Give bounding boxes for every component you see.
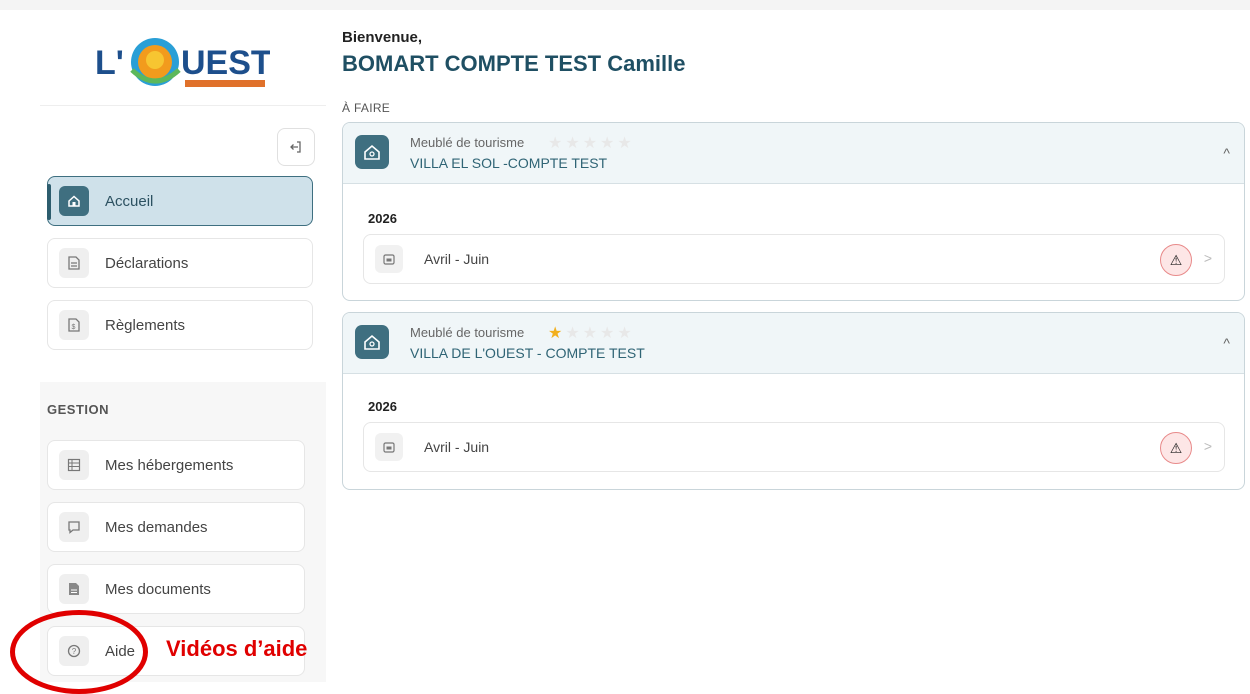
chevron-right-icon: >: [1203, 250, 1212, 266]
warning-icon: ⚠: [1160, 244, 1192, 276]
property-category: Meublé de tourisme: [410, 135, 525, 150]
period-label: Avril - Juin: [424, 251, 490, 267]
logo-letter-l: L': [95, 44, 124, 82]
gestion-section-label: GESTION: [47, 402, 110, 417]
sidebar-item-mes-documents[interactable]: Mes documents: [47, 564, 305, 614]
home-icon: [59, 186, 89, 216]
star-rating: ★★★★★: [548, 135, 635, 152]
chat-icon: [59, 512, 89, 542]
building-icon: [59, 450, 89, 480]
sidebar-item-reglements[interactable]: $ Règlements: [47, 300, 313, 350]
house-icon: [355, 135, 389, 169]
property-card: Meublé de tourisme ★★★★★ VILLA DE L'OUES…: [342, 312, 1245, 490]
logo-word: UEST: [181, 44, 270, 82]
svg-text:$: $: [72, 324, 76, 331]
sidebar-item-declarations[interactable]: Déclarations: [47, 238, 313, 288]
chevron-right-icon: >: [1203, 438, 1212, 454]
star-rating: ★★★★★: [548, 325, 635, 342]
payment-doc-icon: $: [59, 310, 89, 340]
todo-section-label: À FAIRE: [342, 101, 391, 115]
calendar-icon: [375, 245, 403, 273]
year-label: 2026: [368, 211, 397, 226]
period-row[interactable]: Avril - Juin ⚠ >: [363, 422, 1225, 472]
file-icon: [59, 574, 89, 604]
property-name: VILLA EL SOL -COMPTE TEST: [410, 155, 608, 171]
top-bar: [0, 0, 1250, 10]
sidebar-item-mes-hebergements[interactable]: Mes hébergements: [47, 440, 305, 490]
active-indicator: [47, 184, 51, 220]
sidebar-item-label: Déclarations: [105, 254, 189, 272]
chevron-up-icon[interactable]: ^: [1223, 335, 1230, 351]
period-label: Avril - Juin: [424, 439, 490, 455]
chevron-up-icon[interactable]: ^: [1223, 145, 1230, 161]
property-category: Meublé de tourisme: [410, 325, 525, 340]
collapse-sidebar-button[interactable]: [277, 128, 315, 166]
period-row[interactable]: Avril - Juin ⚠ >: [363, 234, 1225, 284]
user-name: BOMART COMPTE TEST Camille: [342, 51, 686, 76]
logo[interactable]: L' UEST: [95, 30, 272, 95]
welcome-text: Bienvenue,: [342, 29, 423, 46]
sidebar-item-mes-demandes[interactable]: Mes demandes: [47, 502, 305, 552]
annotation-circle: [10, 610, 148, 694]
sidebar-item-label: Règlements: [105, 316, 186, 334]
property-name: VILLA DE L'OUEST - COMPTE TEST: [410, 345, 645, 361]
document-icon: [59, 248, 89, 278]
sidebar-item-accueil[interactable]: Accueil: [47, 176, 313, 226]
sidebar-item-label: Mes demandes: [105, 518, 208, 536]
year-label: 2026: [368, 399, 397, 414]
sidebar-item-label: Mes documents: [105, 580, 211, 598]
property-card: Meublé de tourisme ★★★★★ VILLA EL SOL -C…: [342, 122, 1245, 301]
calendar-icon: [375, 433, 403, 461]
property-card-header[interactable]: Meublé de tourisme ★★★★★ VILLA EL SOL -C…: [343, 123, 1244, 184]
warning-icon: ⚠: [1160, 432, 1192, 464]
sidebar-item-label: Mes hébergements: [105, 456, 234, 474]
logout-arrow-icon: [290, 141, 301, 153]
house-icon: [355, 325, 389, 359]
property-card-header[interactable]: Meublé de tourisme ★★★★★ VILLA DE L'OUES…: [343, 313, 1244, 374]
annotation-text: Vidéos d’aide: [166, 636, 308, 661]
sidebar-item-label: Accueil: [105, 192, 154, 210]
